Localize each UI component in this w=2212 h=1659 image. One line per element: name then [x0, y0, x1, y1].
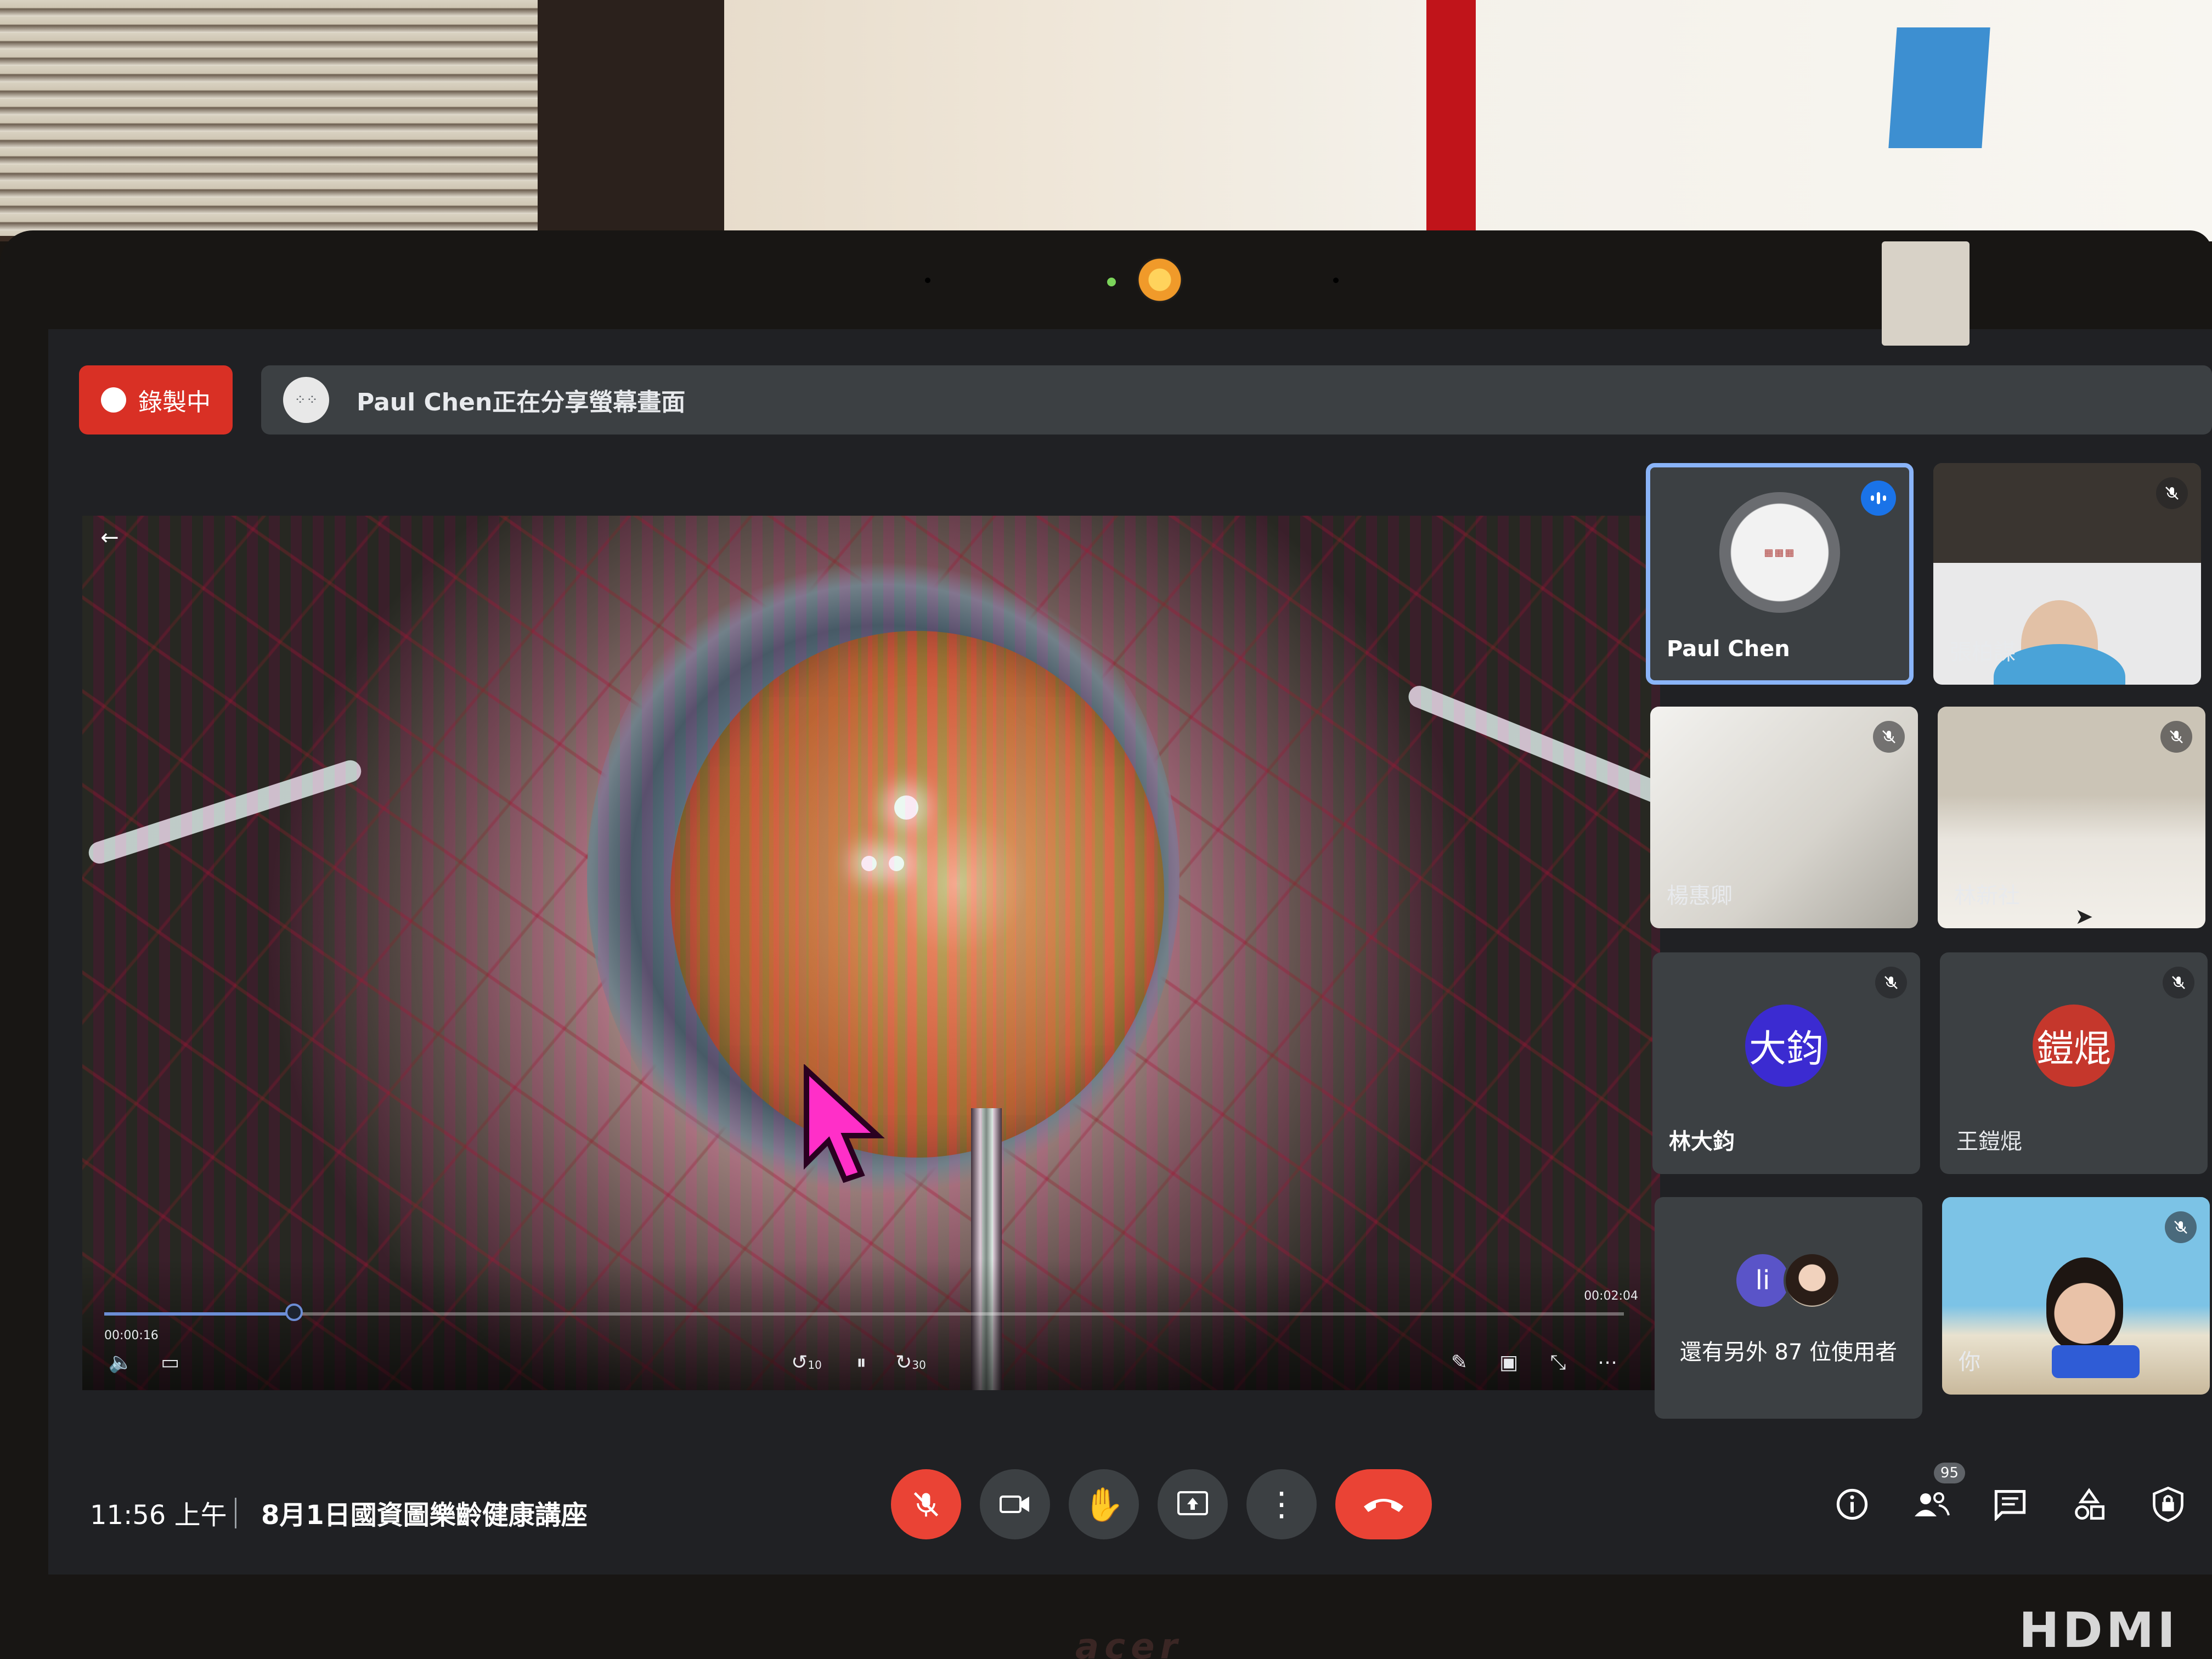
hang-up-icon — [1364, 1499, 1403, 1512]
red-ribbon — [1426, 0, 1476, 236]
present-button[interactable] — [1158, 1469, 1228, 1539]
more-icon[interactable]: ⋯ — [1591, 1346, 1624, 1379]
pen-icon[interactable]: ✎ — [1443, 1346, 1476, 1379]
video-progress-fill — [104, 1312, 295, 1316]
chat-icon[interactable] — [1988, 1482, 2032, 1526]
participant-tile-lin-dajun[interactable]: 大鈞 林大鈞 — [1652, 952, 1920, 1174]
more-vert-icon: ⋮ — [1265, 1485, 1298, 1523]
people-icon[interactable]: 95 — [1909, 1463, 1965, 1526]
screen-share-banner: ⁘⁘ Paul Chen正在分享螢幕畫面 — [261, 365, 2212, 435]
activities-icon[interactable] — [2067, 1482, 2111, 1526]
miniplayer-icon[interactable]: ▣ — [1492, 1346, 1525, 1379]
meeting-info-icon[interactable] — [1830, 1482, 1874, 1526]
background-room — [0, 0, 2212, 241]
bookshelf — [0, 0, 549, 236]
participant-tile-wang-kaikun[interactable]: 鎧焜 王鎧焜 — [1940, 952, 2208, 1174]
participant-name: 林大鈞 — [1669, 1129, 1735, 1154]
blue-card — [1888, 27, 1990, 148]
record-dot-icon — [101, 387, 126, 413]
divider — [235, 1498, 236, 1528]
mouse-cursor-icon: ➤ — [2075, 904, 2094, 928]
avatar: 大鈞 — [1745, 1004, 1827, 1087]
video-progress-knob[interactable] — [285, 1304, 303, 1321]
speaking-indicator-icon — [1861, 481, 1896, 516]
rewind-10-icon[interactable]: ↺10 — [790, 1346, 823, 1379]
duration: 00:02:04 — [1584, 1289, 1638, 1303]
recording-label: 錄製中 — [138, 388, 211, 416]
mic-off-icon — [2165, 1211, 2197, 1243]
volume-icon[interactable]: 🔈 — [104, 1346, 137, 1379]
participant-name: 張柏謀 — [1950, 640, 2016, 665]
avatar: li — [1736, 1254, 1789, 1307]
forward-30-icon[interactable]: ↻30 — [894, 1346, 927, 1379]
participant-tile-yang[interactable]: 楊惠卿 — [1650, 707, 1918, 928]
meeting-clock: 11:56 上午 — [90, 1500, 227, 1531]
avatar: 鎧焜 — [2033, 1004, 2115, 1087]
participant-name: 楊惠卿 — [1667, 883, 1733, 909]
video-camera-icon — [1000, 1496, 1029, 1513]
hand-icon: ✋ — [1083, 1485, 1125, 1524]
mic-off-icon — [1875, 967, 1907, 998]
others-count-text: 還有另外 87 位使用者 — [1679, 1340, 1898, 1365]
laptop-brand-logo: acer — [1075, 1627, 1183, 1659]
pause-icon[interactable]: ⏸ — [845, 1346, 878, 1379]
mic-off-icon — [2156, 477, 2188, 509]
participant-name: 林新社 — [1954, 883, 2020, 909]
leave-call-button[interactable] — [1335, 1469, 1432, 1539]
avatar — [1784, 1252, 1841, 1309]
meeting-title: 8月1日國資圖樂齡健康講座 — [261, 1500, 588, 1531]
participant-tile-lin-xinshe[interactable]: ➤ 林新社 — [1938, 707, 2205, 928]
camera-button[interactable] — [980, 1469, 1050, 1539]
mic-hole — [925, 278, 930, 283]
captions-icon[interactable]: ▭ — [154, 1346, 187, 1379]
mic-off-icon — [1873, 721, 1905, 753]
avatar: ▦▦▦ — [1719, 492, 1840, 613]
meet-screen: 錄製中 ⁘⁘ Paul Chen正在分享螢幕畫面 ← 00:00:16 00:0 — [48, 329, 2212, 1575]
back-arrow-icon[interactable]: ← — [93, 521, 126, 554]
participant-tile-self[interactable]: 你 — [1942, 1197, 2210, 1395]
mic-off-icon — [2163, 967, 2194, 998]
webcam-led — [1107, 278, 1116, 286]
exit-fullscreen-icon[interactable]: ⤡ — [1542, 1346, 1575, 1379]
webcam-lens — [1137, 257, 1183, 303]
more-options-button[interactable]: ⋮ — [1246, 1469, 1317, 1539]
mic-hole — [1333, 278, 1339, 283]
people-count-badge: 95 — [1933, 1463, 1965, 1483]
screen-share-text: Paul Chen正在分享螢幕畫面 — [357, 388, 686, 416]
mic-off-button[interactable] — [891, 1469, 961, 1539]
raise-hand-button[interactable]: ✋ — [1069, 1469, 1139, 1539]
presenter-avatar: ⁘⁘ — [283, 377, 329, 423]
webcam-cover-tape — [1882, 241, 1970, 346]
shared-video[interactable]: ← 00:00:16 00:02:04 🔈 ▭ ↺10 ⏸ ↻30 ✎ ▣ ⤡ … — [82, 516, 1660, 1390]
participant-tile-zhang[interactable]: 張柏謀 — [1933, 463, 2201, 685]
recording-badge[interactable]: 錄製中 — [79, 365, 233, 435]
mic-off-icon — [2160, 721, 2192, 753]
participant-name: 你 — [1959, 1350, 1980, 1375]
participant-name: 王鎧焜 — [1956, 1129, 2022, 1154]
host-controls-icon[interactable] — [2146, 1482, 2190, 1526]
hdmi-logo: HDMI — [2019, 1602, 2179, 1658]
current-time: 00:00:16 — [104, 1329, 159, 1342]
present-screen-icon — [1177, 1491, 1208, 1515]
others-tile[interactable]: li 還有另外 87 位使用者 — [1655, 1197, 1922, 1419]
mic-off-icon — [913, 1492, 939, 1517]
shelf-post — [538, 0, 724, 236]
participant-name: Paul Chen — [1667, 636, 1790, 662]
participant-tile-paul-chen[interactable]: ▦▦▦ Paul Chen — [1646, 463, 1914, 685]
video-controls: 00:00:16 00:02:04 🔈 ▭ ↺10 ⏸ ↻30 ✎ ▣ ⤡ ⋯ — [82, 1259, 1660, 1390]
video-progress-bar[interactable] — [104, 1304, 1624, 1321]
